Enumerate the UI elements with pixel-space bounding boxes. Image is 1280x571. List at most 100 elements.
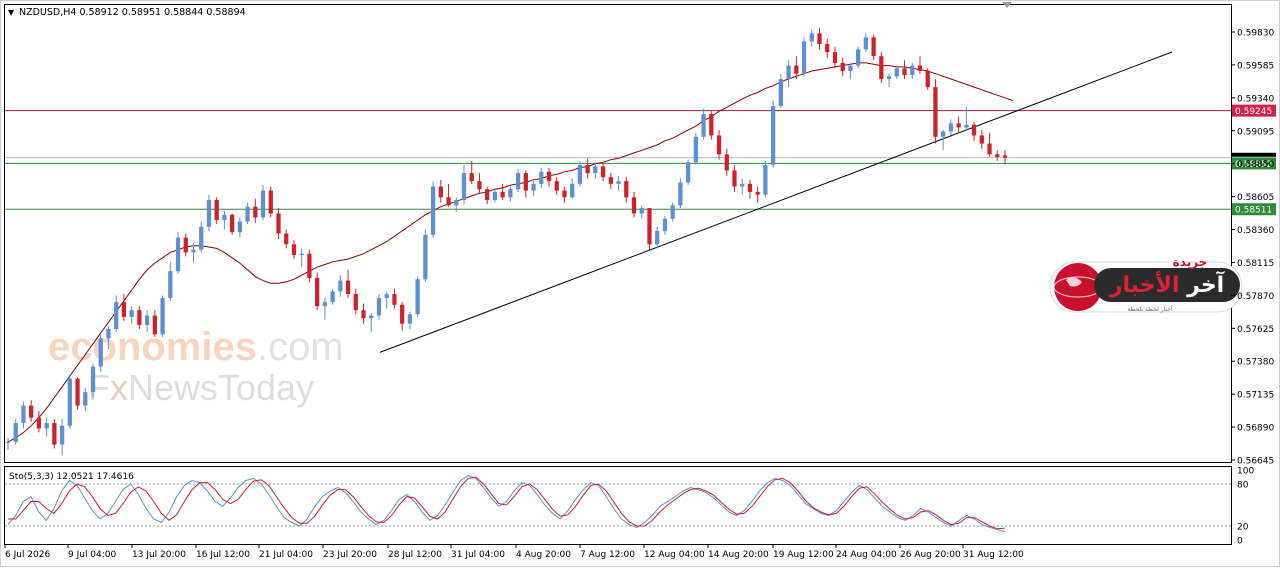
candle-down xyxy=(253,206,258,218)
candle-down xyxy=(832,52,838,63)
economies-watermark: economies.com xyxy=(48,325,344,369)
candle-up xyxy=(461,173,467,200)
oscillator-frame xyxy=(4,466,1232,545)
chart-root: economies.com FxNewsToday آخر الأخبار جر… xyxy=(0,0,1280,567)
candle-up xyxy=(809,33,814,42)
svg-text:أخبار لحظة بلحظة: أخبار لحظة بلحظة xyxy=(1127,305,1173,313)
candle-up xyxy=(98,338,103,367)
oscillator-level-label: 20 xyxy=(1237,523,1249,533)
price-tag-label: 0.58511 xyxy=(1235,206,1272,216)
candle-down xyxy=(121,302,127,317)
candle-down xyxy=(183,237,188,253)
svg-text:economies.com: economies.com xyxy=(48,325,344,369)
candle-up xyxy=(222,214,227,221)
x-tick-label: 6 Jul 2026 xyxy=(5,550,50,560)
candle-up xyxy=(639,208,644,214)
candle-down xyxy=(724,154,729,171)
x-tick-label: 31 Aug 12:00 xyxy=(963,550,1024,560)
candle-down xyxy=(268,190,273,214)
x-tick-label: 23 Jul 20:00 xyxy=(323,550,377,560)
candle-down xyxy=(1002,155,1008,158)
candle-up xyxy=(848,65,853,71)
candle-down xyxy=(631,197,637,214)
x-tick-label: 21 Jul 04:00 xyxy=(259,550,313,560)
candle-down xyxy=(933,87,938,137)
candle-up xyxy=(616,181,621,184)
symbol-dropdown-icon[interactable]: ▼ xyxy=(8,8,15,17)
candle-up xyxy=(330,291,335,303)
candle-down xyxy=(902,68,907,76)
candle-up xyxy=(407,314,413,324)
candle-up xyxy=(941,131,946,137)
candle-down xyxy=(315,277,320,307)
candle-up xyxy=(129,310,134,317)
candle-down xyxy=(647,208,652,245)
y-tick-label: 0.59340 xyxy=(1237,94,1274,104)
candle-down xyxy=(709,113,714,136)
candle-up xyxy=(678,182,683,206)
x-tick-label: 14 Aug 20:00 xyxy=(708,550,769,560)
candle-up xyxy=(856,49,861,66)
candle-down xyxy=(562,190,567,198)
candle-down xyxy=(608,177,613,184)
svg-text:جريدة: جريدة xyxy=(1173,255,1208,269)
candle-down xyxy=(925,70,930,88)
candle-up xyxy=(894,68,899,77)
y-tick-label: 0.58850 xyxy=(1237,160,1274,170)
candle-down xyxy=(469,173,474,182)
candle-up xyxy=(67,378,72,426)
y-tick-label: 0.59095 xyxy=(1237,127,1274,137)
candle-down xyxy=(353,294,358,311)
candle-up xyxy=(114,302,119,329)
oscillator-level-label: 0 xyxy=(1237,537,1243,547)
y-tick-label: 0.57380 xyxy=(1237,358,1274,368)
candle-up xyxy=(570,183,575,198)
oscillator-header: Sto(5,3,3) 12.0521 17.4616 xyxy=(9,472,134,482)
candle-down xyxy=(600,166,606,178)
candle-up xyxy=(801,41,807,74)
candle-down xyxy=(477,181,482,190)
x-tick-label: 24 Aug 04:00 xyxy=(836,550,897,560)
candle-down xyxy=(230,214,235,233)
candle-down xyxy=(392,294,397,305)
x-tick-label: 19 Aug 12:00 xyxy=(773,550,834,560)
candle-up xyxy=(771,105,776,166)
candle-down xyxy=(523,173,528,191)
candle-up xyxy=(191,249,196,253)
candle-up xyxy=(778,79,783,106)
candle-up xyxy=(886,76,892,80)
candle-down xyxy=(794,65,799,74)
oscillator-level-label: 100 xyxy=(1237,467,1254,477)
candle-up xyxy=(430,186,436,235)
x-tick-label: 13 Jul 20:00 xyxy=(132,550,186,560)
fxnewstoday-watermark: FxNewsToday xyxy=(88,367,314,408)
candle-down xyxy=(840,62,845,71)
candle-down xyxy=(307,253,312,278)
symbol-header: NZDUSD,H4 0.58912 0.58951 0.58844 0.5889… xyxy=(19,7,246,18)
candle-up xyxy=(369,315,374,319)
y-tick-label: 0.56645 xyxy=(1237,457,1274,467)
candle-down xyxy=(879,56,884,80)
candle-up xyxy=(655,230,660,245)
candle-up xyxy=(206,199,212,227)
candle-down xyxy=(400,304,405,324)
candle-up xyxy=(13,423,18,442)
candle-down xyxy=(956,123,961,128)
candle-down xyxy=(979,135,984,144)
x-tick-label: 16 Jul 12:00 xyxy=(196,550,250,560)
candle-down xyxy=(871,37,876,57)
candle-up xyxy=(245,206,250,222)
candle-up xyxy=(964,124,969,128)
y-tick-label: 0.57135 xyxy=(1237,391,1274,401)
candle-down xyxy=(500,191,505,198)
candle-up xyxy=(175,237,181,272)
y-tick-label: 0.58605 xyxy=(1237,193,1274,203)
candle-up xyxy=(5,441,11,443)
candle-up xyxy=(44,423,49,429)
y-tick-label: 0.57625 xyxy=(1237,325,1274,335)
candle-up xyxy=(863,37,869,50)
chart-svg: economies.com FxNewsToday آخر الأخبار جر… xyxy=(0,0,1280,567)
candle-up xyxy=(83,392,88,406)
current-price-tag xyxy=(1232,152,1276,157)
candle-down xyxy=(747,183,753,192)
